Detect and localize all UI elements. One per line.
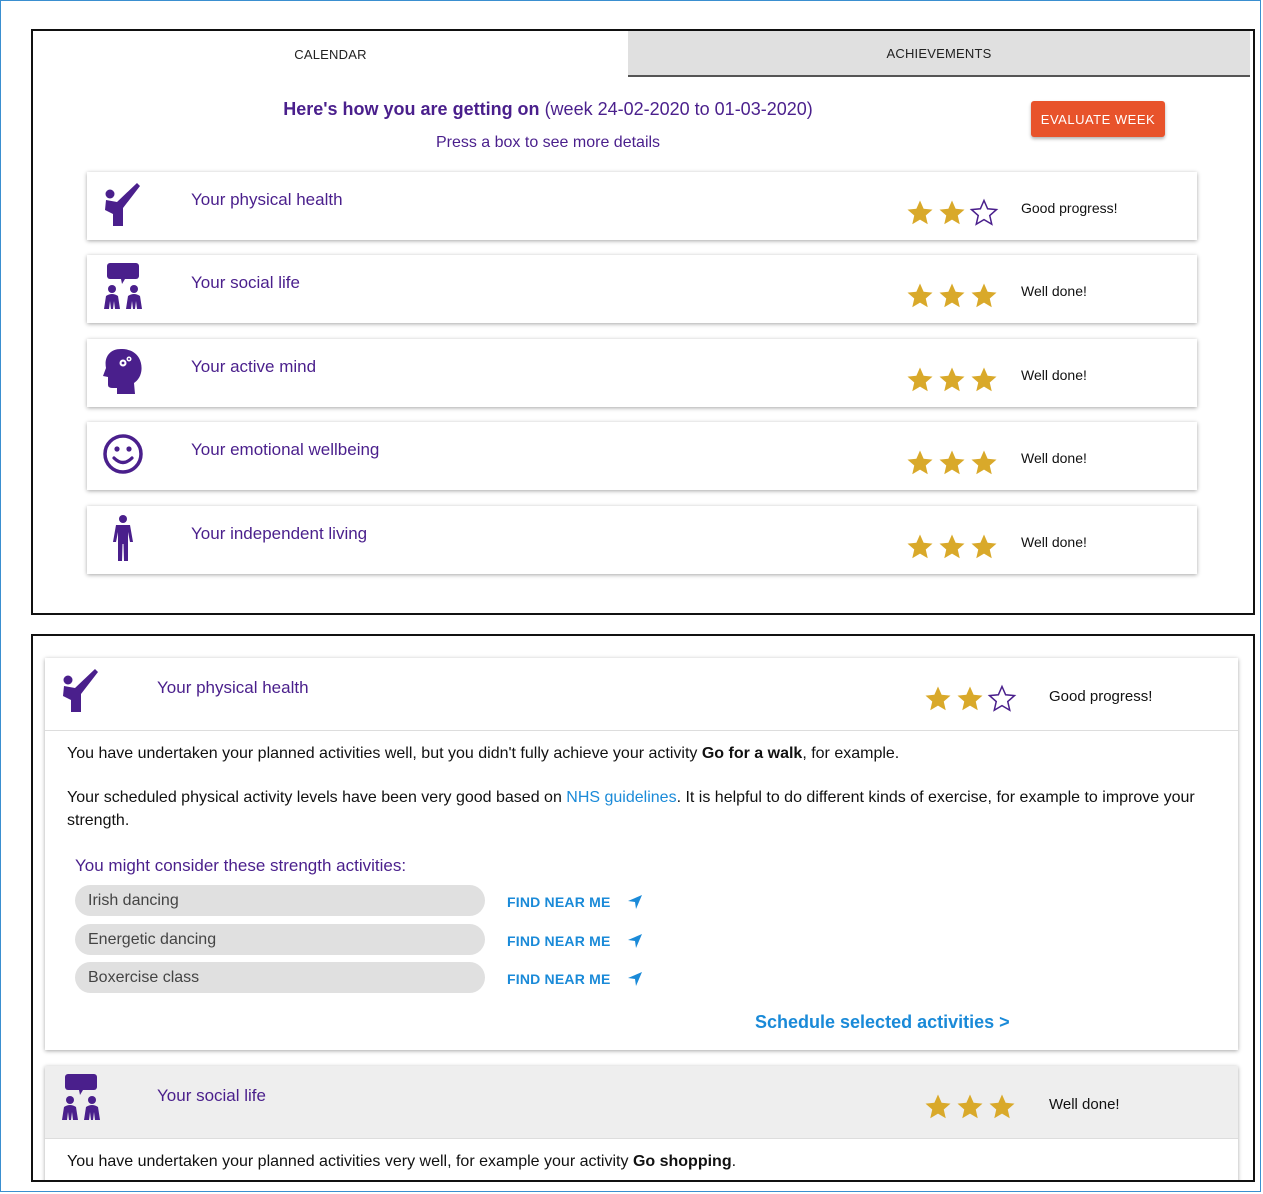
star-rating	[905, 532, 999, 562]
text-span: .	[731, 1153, 737, 1170]
card-status: Good progress!	[1049, 688, 1153, 705]
star-filled-icon	[971, 283, 997, 308]
mind-icon	[101, 347, 145, 395]
area-label: Your independent living	[191, 524, 368, 543]
activity-chip-irish-dancing[interactable]: Irish dancing	[75, 885, 485, 916]
star-filled-icon	[907, 450, 933, 475]
area-row[interactable]: Your social life Well done!	[87, 255, 1197, 323]
social-icon	[101, 263, 145, 311]
activity-chip-energetic-dancing[interactable]: Energetic dancing	[75, 924, 485, 955]
area-status: Good progress!	[1021, 200, 1118, 216]
area-status: Well done!	[1021, 534, 1087, 550]
star-filled-icon	[907, 200, 933, 225]
card-status: Well done!	[1049, 1096, 1120, 1113]
card-title: Your social life	[157, 1086, 266, 1105]
tab-achievements[interactable]: ACHIEVEMENTS	[628, 31, 1250, 77]
area-label: Your social life	[191, 273, 300, 292]
star-rating	[923, 684, 1017, 714]
schedule-activities-link[interactable]: Schedule selected activities >	[755, 1012, 1010, 1033]
exercise-icon	[101, 180, 145, 228]
star-filled-icon	[907, 367, 933, 392]
card-title: Your physical health	[157, 678, 309, 697]
star-rating	[923, 1092, 1017, 1122]
find-near-me-label: FIND NEAR ME	[507, 971, 611, 987]
location-arrow-icon	[627, 972, 642, 986]
star-empty-icon	[987, 684, 1017, 712]
star-filled-icon	[939, 283, 965, 308]
area-status: Well done!	[1021, 367, 1087, 383]
area-label: Your physical health	[191, 190, 343, 209]
smiley-icon	[101, 430, 145, 478]
star-filled-icon	[957, 1094, 983, 1119]
summary-title-bold: Here's how you are getting on	[283, 99, 540, 119]
star-filled-icon	[925, 1094, 951, 1119]
calendar-summary-panel: CALENDAR ACHIEVEMENTS Here's how you are…	[31, 29, 1255, 615]
star-filled-icon	[971, 367, 997, 392]
area-status: Well done!	[1021, 450, 1087, 466]
exercise-icon	[59, 666, 103, 714]
summary-title: Here's how you are getting on (week 24-0…	[33, 99, 1063, 120]
star-filled-icon	[939, 450, 965, 475]
star-filled-icon	[925, 686, 951, 711]
star-filled-icon	[971, 450, 997, 475]
find-near-me-button[interactable]: FIND NEAR ME	[507, 933, 643, 949]
star-filled-icon	[971, 534, 997, 559]
area-label: Your emotional wellbeing	[191, 440, 380, 459]
text-span: , for example.	[802, 745, 900, 762]
social-life-card-header[interactable]: Your social life Well done!	[45, 1066, 1238, 1139]
physical-guidelines-text: Your scheduled physical activity levels …	[67, 786, 1217, 832]
find-near-me-label: FIND NEAR ME	[507, 894, 611, 910]
detail-panel: Your physical health Good progress! You …	[31, 634, 1255, 1182]
star-filled-icon	[989, 1094, 1015, 1119]
suggestions-heading: You might consider these strength activi…	[75, 856, 407, 875]
summary-title-week: (week 24-02-2020 to 01-03-2020)	[539, 99, 813, 119]
social-icon	[59, 1074, 103, 1122]
summary-hint: Press a box to see more details	[435, 134, 661, 151]
tab-bar: CALENDAR ACHIEVEMENTS	[33, 31, 1253, 77]
area-row[interactable]: Your active mind Well done!	[87, 339, 1197, 407]
find-near-me-label: FIND NEAR ME	[507, 933, 611, 949]
area-row[interactable]: Your physical health Good progress!	[87, 172, 1197, 240]
find-near-me-button[interactable]: FIND NEAR ME	[507, 971, 643, 987]
star-empty-icon	[969, 198, 999, 226]
area-row[interactable]: Your independent living Well done!	[87, 506, 1197, 574]
star-filled-icon	[907, 283, 933, 308]
area-row[interactable]: Your emotional wellbeing Well done!	[87, 422, 1197, 490]
physical-health-card-header[interactable]: Your physical health Good progress!	[45, 658, 1238, 731]
person-icon	[101, 514, 145, 562]
star-filled-icon	[939, 200, 965, 225]
star-rating	[905, 448, 999, 478]
evaluate-week-button[interactable]: EVALUATE WEEK	[1031, 101, 1165, 137]
activity-name: Go for a walk	[701, 745, 803, 762]
star-filled-icon	[907, 534, 933, 559]
star-filled-icon	[939, 534, 965, 559]
location-arrow-icon	[627, 895, 642, 909]
social-summary-text: You have undertaken your planned activit…	[67, 1150, 1217, 1173]
location-arrow-icon	[627, 934, 642, 948]
star-filled-icon	[939, 367, 965, 392]
tab-calendar[interactable]: CALENDAR	[33, 31, 628, 77]
area-status: Well done!	[1021, 283, 1087, 299]
physical-health-card[interactable]: Your physical health Good progress! You …	[45, 658, 1238, 1050]
nhs-guidelines-link[interactable]: NHS guidelines	[566, 789, 676, 806]
star-rating	[905, 365, 999, 395]
find-near-me-button[interactable]: FIND NEAR ME	[507, 894, 643, 910]
physical-summary-text: You have undertaken your planned activit…	[67, 742, 1217, 765]
star-filled-icon	[957, 686, 983, 711]
star-rating	[905, 281, 999, 311]
activity-chip-boxercise-class[interactable]: Boxercise class	[75, 962, 485, 993]
text-span: Your scheduled physical activity levels …	[67, 789, 567, 806]
text-span: You have undertaken your planned activit…	[67, 1153, 633, 1170]
social-life-card[interactable]: Your social life Well done! You have und…	[45, 1066, 1238, 1180]
star-rating	[905, 198, 999, 228]
text-span: You have undertaken your planned activit…	[67, 745, 702, 762]
area-label: Your active mind	[191, 357, 317, 376]
activity-name: Go shopping	[632, 1153, 732, 1170]
